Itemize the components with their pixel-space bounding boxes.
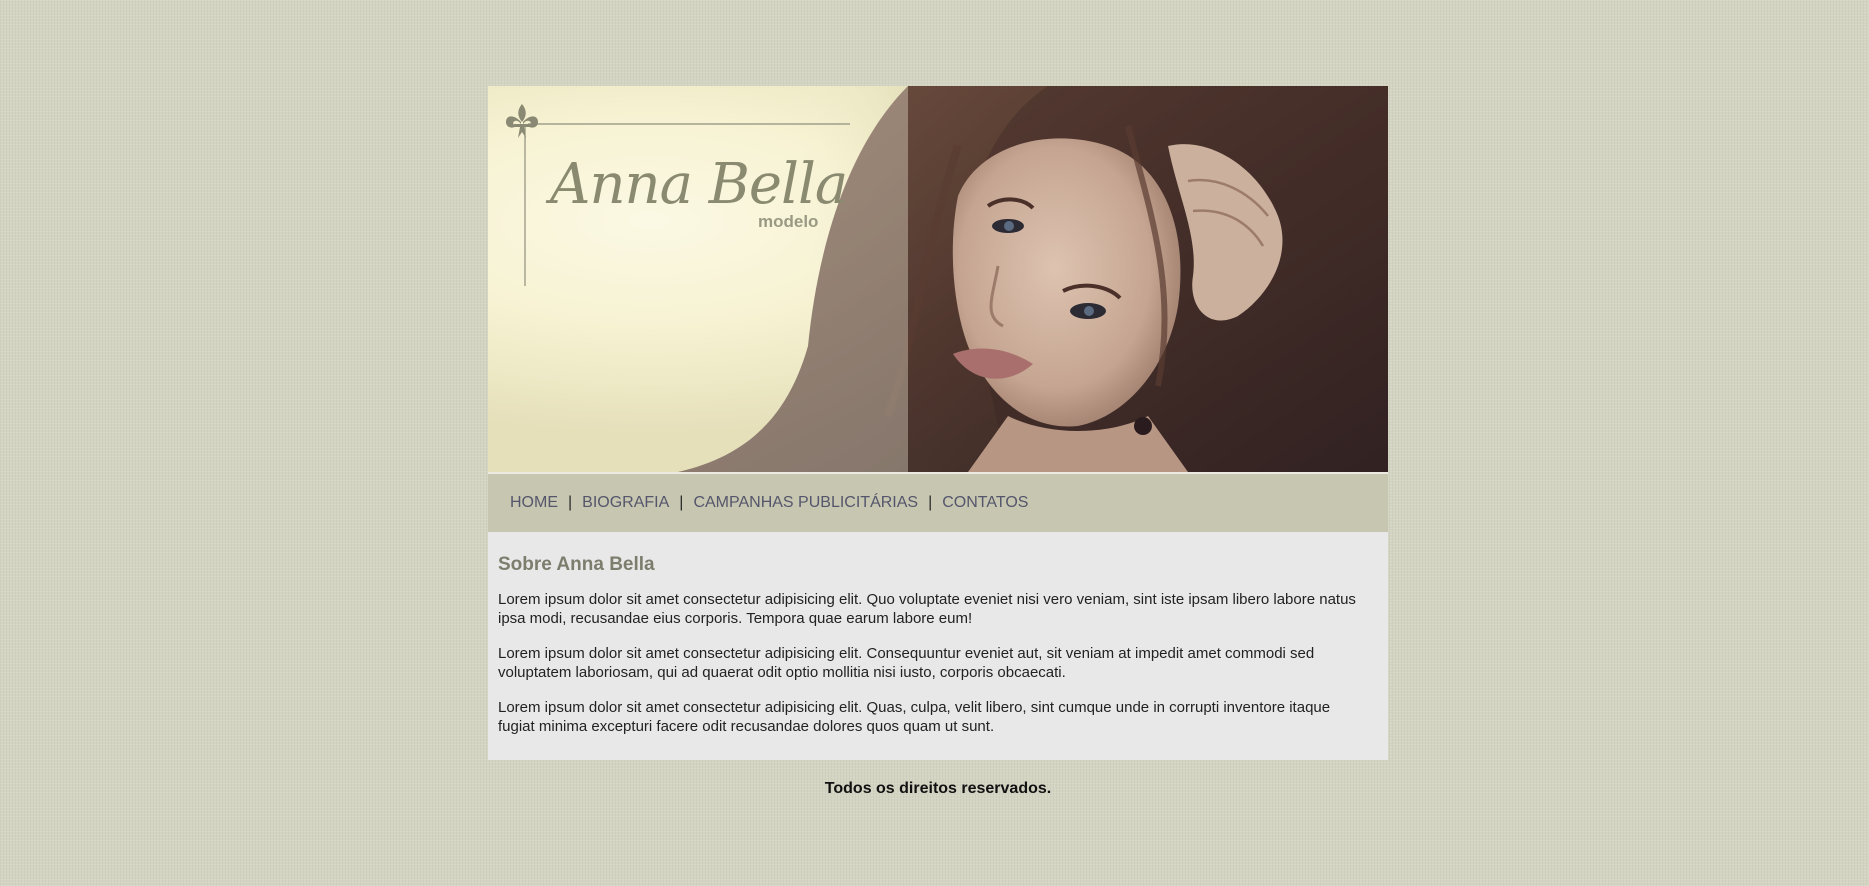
nav-link-biografia[interactable]: BIOGRAFIA (582, 494, 669, 512)
nav-separator: | (918, 494, 942, 512)
nav-separator-text: | (928, 494, 933, 511)
brand-subtitle: modelo (758, 212, 819, 231)
fleur-de-lis-icon (506, 104, 538, 138)
page-footer: Todos os direitos reservados. (488, 760, 1388, 798)
main-navigation: HOME | BIOGRAFIA | CAMPANHAS PUBLICITÁRI… (488, 474, 1388, 532)
copyright-text: Todos os direitos reservados. (824, 780, 1052, 797)
brand-name: Anna Bella (550, 152, 848, 217)
main-content: Sobre Anna Bella Lorem ipsum dolor sit a… (488, 532, 1388, 760)
nav-separator: | (558, 494, 582, 512)
nav-link-home[interactable]: HOME (510, 494, 558, 512)
page-container: Anna Bella modelo HOME | BIOGRAFIA | CAM… (488, 86, 1388, 798)
nav-separator-text: | (568, 494, 573, 511)
section-title: Sobre Anna Bella (498, 554, 655, 575)
content-paragraph-2: Lorem ipsum dolor sit amet consectetur a… (498, 645, 1315, 681)
nav-item-contatos: CONTATOS (942, 494, 1028, 512)
nav-link-campanhas[interactable]: CAMPANHAS PUBLICITÁRIAS (693, 494, 918, 512)
header-banner: Anna Bella modelo (488, 86, 1388, 474)
content-paragraph-1: Lorem ipsum dolor sit amet consectetur a… (498, 591, 1356, 627)
nav-separator: | (669, 494, 693, 512)
nav-item-campanhas: CAMPANHAS PUBLICITÁRIAS (693, 494, 918, 512)
nav-link-contatos[interactable]: CONTATOS (942, 494, 1028, 512)
nav-item-biografia: BIOGRAFIA (582, 494, 669, 512)
nav-list: HOME | BIOGRAFIA | CAMPANHAS PUBLICITÁRI… (488, 494, 1028, 512)
nav-separator-text: | (679, 494, 684, 511)
nav-item-home: HOME (510, 494, 558, 512)
content-paragraph-3: Lorem ipsum dolor sit amet consectetur a… (498, 699, 1331, 735)
